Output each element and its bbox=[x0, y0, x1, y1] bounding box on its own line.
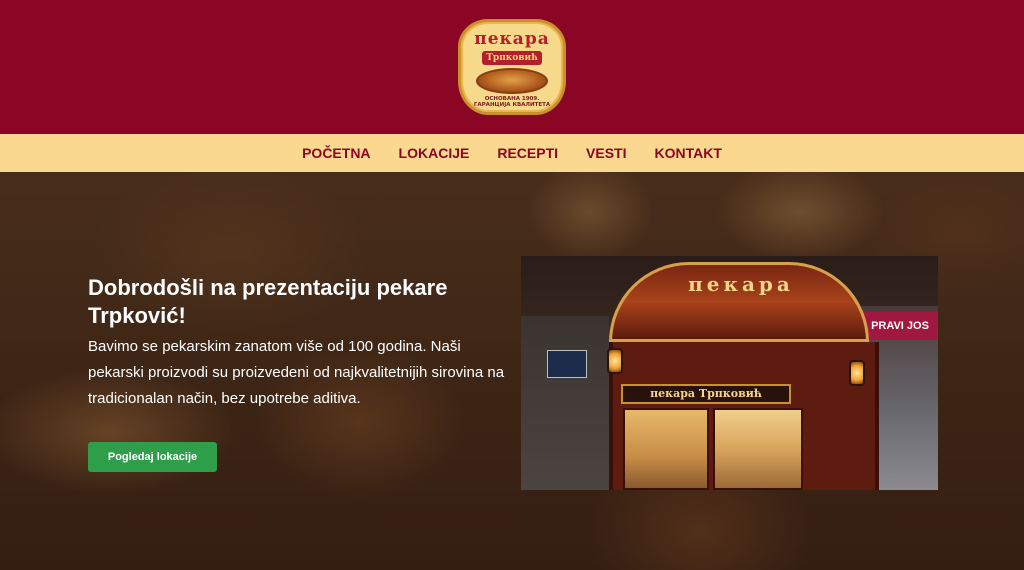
hero-section: Dobrodošli na prezentaciju pekare Trpkov… bbox=[0, 172, 1024, 570]
nav-item-recepti[interactable]: RECEPTI bbox=[483, 145, 572, 161]
main-navigation: POČETNA LOKACIJE RECEPTI VESTI KONTAKT bbox=[0, 134, 1024, 172]
shop-window-right bbox=[713, 408, 803, 490]
nav-item-pocetna[interactable]: POČETNA bbox=[288, 145, 384, 161]
side-shop-sign: PRAVI JOS bbox=[863, 312, 937, 340]
photo-left-wall bbox=[521, 316, 609, 490]
store-sign: пекара Трпковић bbox=[621, 384, 791, 404]
bakery-storefront-photo: PRAVI JOS пекара пекара Трпковић bbox=[521, 256, 938, 490]
arch-sign-text: пекара bbox=[688, 272, 794, 296]
logo-title: пекара bbox=[474, 29, 550, 49]
nav-item-lokacije[interactable]: LOKACIJE bbox=[385, 145, 484, 161]
view-locations-button[interactable]: Pogledaj lokacije bbox=[88, 442, 217, 472]
nav-item-vesti[interactable]: VESTI bbox=[572, 145, 640, 161]
lantern-right-icon bbox=[849, 360, 865, 386]
lantern-left-icon bbox=[607, 348, 623, 374]
street-sign bbox=[547, 350, 587, 378]
bread-icon bbox=[476, 68, 548, 94]
logo-subtitle: Трпковић bbox=[482, 51, 542, 65]
shop-window-left bbox=[623, 408, 709, 490]
nav-item-kontakt[interactable]: KONTAKT bbox=[641, 145, 736, 161]
hero-description: Bavimo se pekarskim zanatom više od 100 … bbox=[88, 338, 505, 407]
site-header: пекара Трпковић ОСНОВАНА 1909. ГАРАНЦИЈА… bbox=[0, 0, 1024, 134]
bakery-logo[interactable]: пекара Трпковић ОСНОВАНА 1909. ГАРАНЦИЈА… bbox=[454, 15, 570, 119]
hero-title: Dobrodošli na prezentaciju pekare Trpkov… bbox=[88, 275, 448, 328]
logo-tagline: ОСНОВАНА 1909. ГАРАНЦИЈА КВАЛИТЕТА bbox=[473, 96, 551, 108]
